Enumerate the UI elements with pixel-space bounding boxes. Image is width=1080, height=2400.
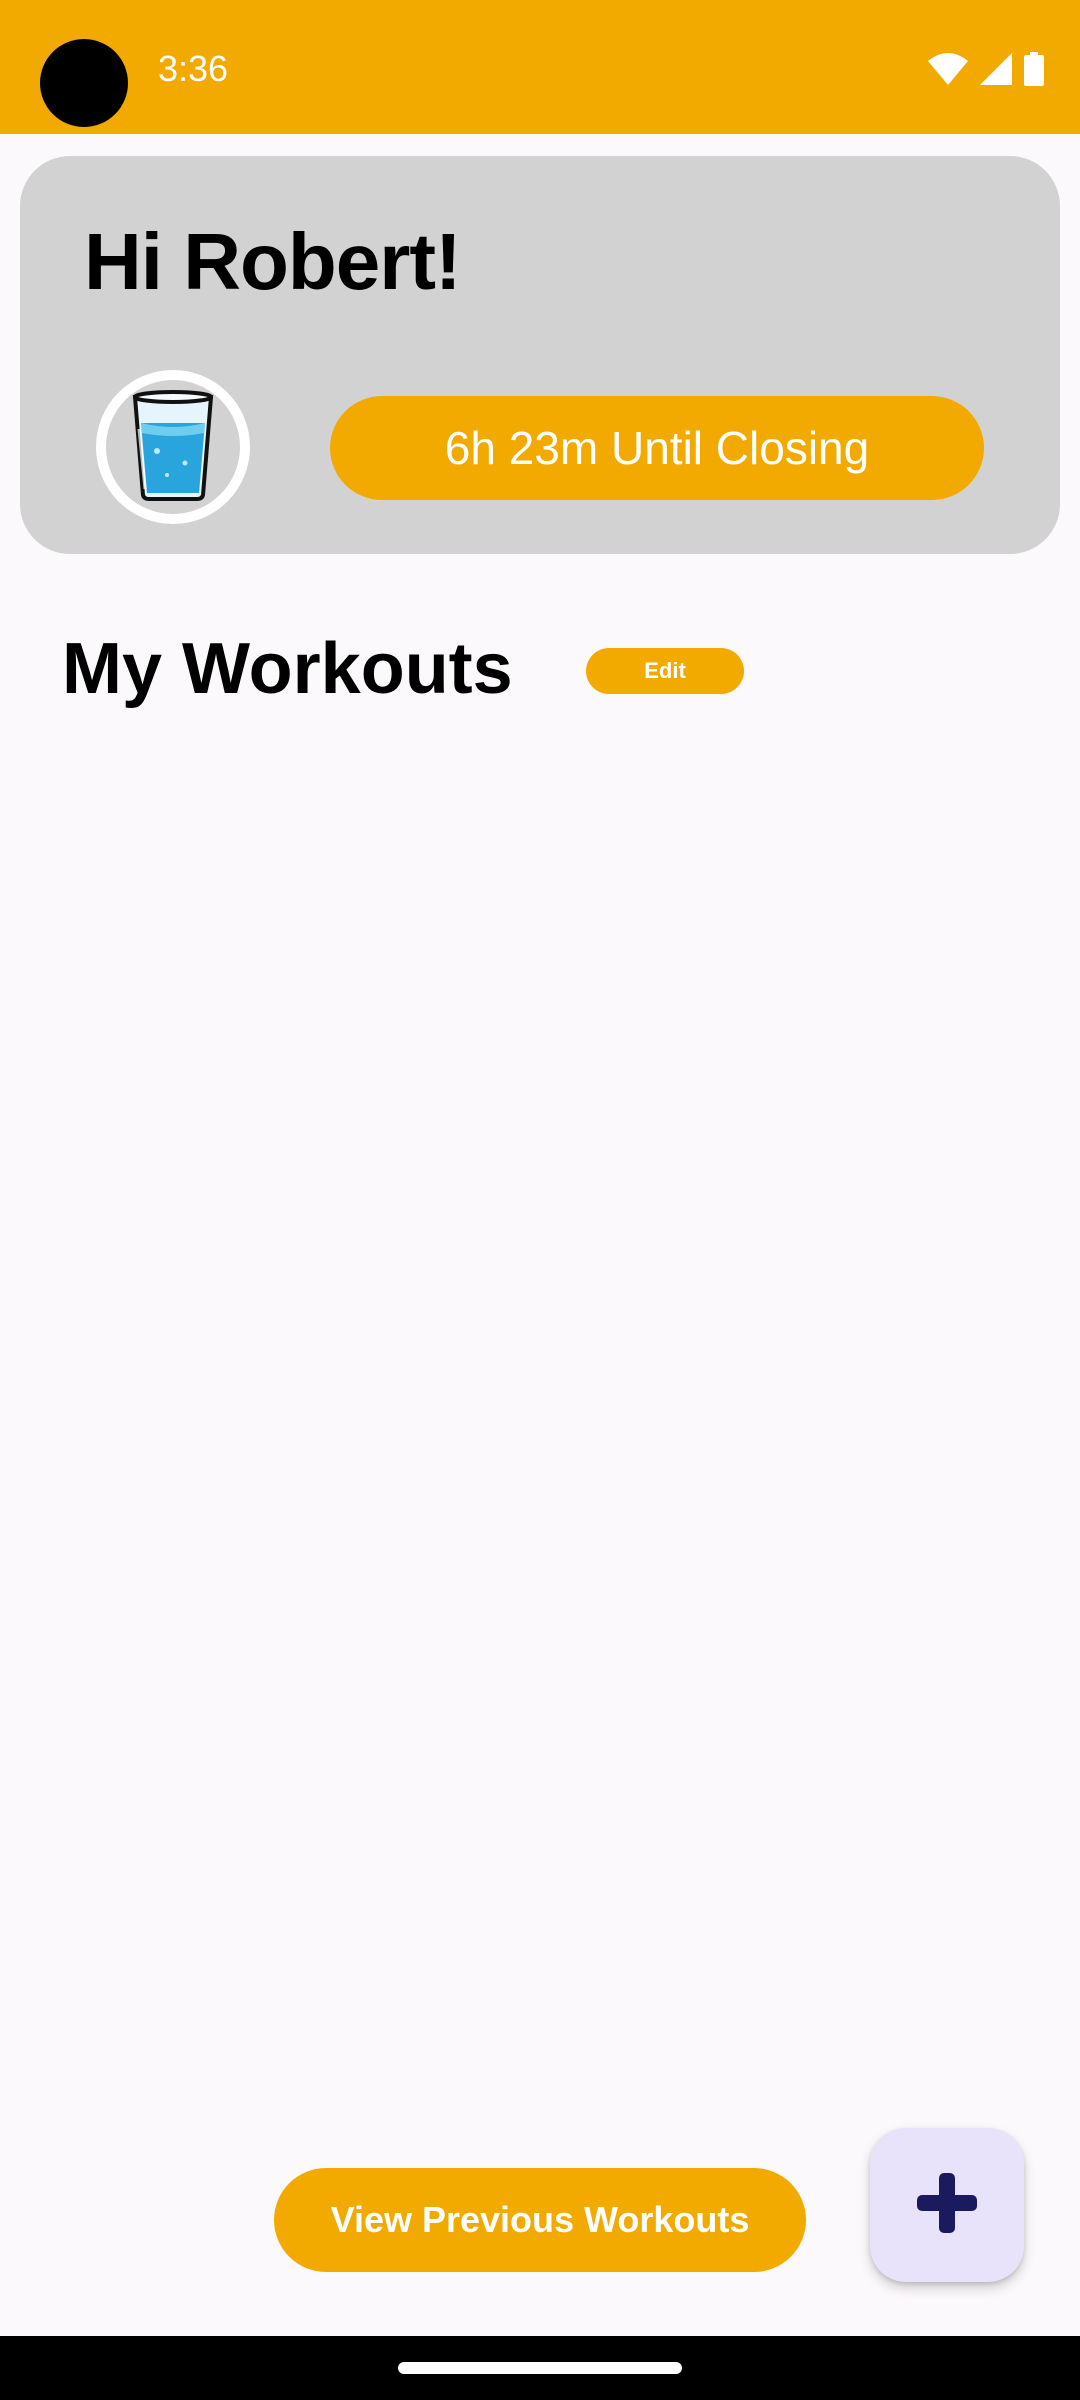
status-time: 3:36	[158, 48, 229, 89]
camera-cutout	[40, 39, 128, 127]
edit-button[interactable]: Edit	[586, 648, 744, 694]
signal-icon	[980, 53, 1012, 85]
closing-time-badge[interactable]: 6h 23m Until Closing	[330, 396, 984, 500]
greeting-card: Hi Robert! 6h 23m Until Closing	[20, 156, 1060, 554]
status-icons	[928, 52, 1044, 86]
battery-icon	[1024, 52, 1044, 86]
greeting-title: Hi Robert!	[84, 217, 462, 306]
status-bar: 3:36	[0, 0, 1080, 134]
navigation-bar	[0, 2336, 1080, 2400]
water-tracker-button[interactable]	[96, 370, 250, 524]
workout-list	[0, 740, 1080, 2100]
home-gesture-handle[interactable]	[398, 2362, 682, 2374]
wifi-icon	[928, 53, 968, 85]
view-previous-workouts-button[interactable]: View Previous Workouts	[274, 2168, 806, 2272]
water-glass-icon	[131, 389, 215, 506]
workouts-title: My Workouts	[62, 629, 513, 709]
add-workout-button[interactable]	[870, 2128, 1024, 2282]
plus-icon	[915, 2171, 979, 2240]
